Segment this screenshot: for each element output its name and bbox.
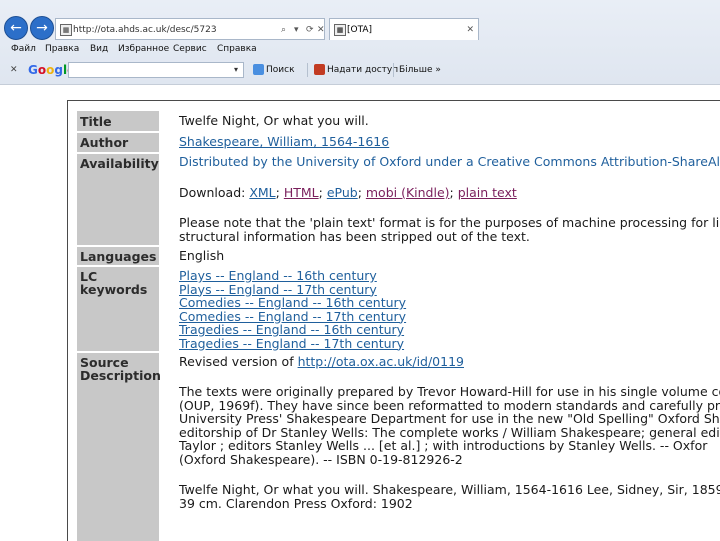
label-author: Author	[77, 133, 159, 152]
menu-tools[interactable]: Сервис	[173, 40, 207, 58]
browser-chrome: ← → ▦ http://ota.ahds.ac.uk/desc/5723 ⌕ …	[0, 0, 720, 84]
toolbar-divider	[307, 63, 308, 77]
stop-icon[interactable]: ✕	[317, 19, 324, 39]
address-url: http://ota.ahds.ac.uk/desc/5723	[73, 25, 217, 35]
description-line: University Press' Shakespeare Department…	[179, 411, 720, 426]
refresh-icon[interactable]: ⟳	[306, 19, 314, 39]
tab-close-icon[interactable]: ✕	[466, 19, 474, 41]
download-epub-link[interactable]: ePub	[327, 185, 358, 200]
language-value: English	[179, 248, 225, 263]
citation-line: 39 cm. Clarendon Press Oxford: 1902	[179, 495, 413, 511]
forward-button[interactable]: →	[30, 16, 54, 40]
availability-link[interactable]: Distributed by the University of Oxford …	[179, 155, 720, 169]
download-mobi-link[interactable]: mobi (Kindle)	[366, 185, 450, 200]
source-label: Revised version of	[179, 354, 298, 369]
record-frame: Title Author Availability Languages LC k…	[67, 100, 720, 541]
description-line: The texts were originally prepared by Tr…	[179, 384, 720, 399]
menu-bar: Файл Правка Вид Избранное Сервис Справка	[0, 40, 720, 58]
google-search-button[interactable]: Поиск	[266, 58, 295, 82]
keyword-link[interactable]: Tragedies -- England -- 16th century	[179, 323, 404, 337]
menu-favorites[interactable]: Избранное	[118, 40, 169, 58]
source-row: Revised version of http://ota.ox.ac.uk/i…	[179, 355, 464, 369]
download-xml-link[interactable]: XML	[249, 185, 275, 200]
more-button[interactable]: Більше »	[399, 58, 441, 82]
back-button[interactable]: ←	[4, 16, 28, 40]
search-icon[interactable]: ⌕	[281, 19, 286, 39]
download-label: Download:	[179, 185, 250, 200]
description-line: (Oxford Shakespeare). -- ISBN 0-19-81292…	[179, 451, 463, 467]
citation-line: Twelfe Night, Or what you will. Shakespe…	[179, 482, 720, 497]
page-divider	[0, 84, 720, 85]
note-line: Please note that the 'plain text' format…	[179, 215, 720, 230]
keyword-link[interactable]: Comedies -- England -- 17th century	[179, 309, 406, 324]
note-line: structural information has been stripped…	[179, 229, 530, 244]
description-line: (OUP, 1969f). They have since been refor…	[179, 397, 720, 413]
tab-ota[interactable]: ▦ [OTA] ✕	[329, 18, 479, 40]
label-lc-keywords: LC keywords	[77, 267, 159, 351]
source-link[interactable]: http://ota.ox.ac.uk/id/0119	[298, 354, 464, 369]
address-bar[interactable]: ▦ http://ota.ahds.ac.uk/desc/5723 ⌕ ▾ ⟳ …	[55, 18, 325, 40]
description-line: editorship of Dr Stanley Wells: The comp…	[179, 424, 720, 440]
keyword-link[interactable]: Plays -- England -- 17th century	[179, 282, 377, 297]
label-source-description: Source Description	[77, 353, 161, 541]
google-search-input[interactable]	[68, 62, 244, 78]
label-languages: Languages	[77, 247, 159, 265]
download-plaintext-link[interactable]: plain text	[458, 185, 517, 200]
keyword-link[interactable]: Comedies -- England -- 16th century	[179, 296, 406, 310]
title-value: Twelfe Night, Or what you will.	[179, 113, 369, 128]
download-row: Download: XML; HTML; ePub; mobi (Kindle)…	[179, 185, 517, 200]
keyword-link[interactable]: Tragedies -- England -- 17th century	[179, 336, 404, 351]
close-toolbar-icon[interactable]: ✕	[10, 58, 18, 82]
dropdown-icon[interactable]: ▾	[294, 19, 299, 39]
chevron-down-icon[interactable]: ▾	[234, 58, 238, 82]
label-availability: Availability	[77, 154, 159, 245]
google-toolbar: ✕ Google ▾ Поиск Надати доступ Більше »	[0, 58, 720, 82]
label-title: Title	[77, 112, 159, 131]
keyword-link[interactable]: Plays -- England -- 16th century	[179, 269, 377, 283]
tab-favicon-icon: ▦	[334, 24, 346, 36]
share-button[interactable]: Надати доступ	[327, 58, 398, 82]
toolbar-divider	[393, 63, 394, 77]
download-html-link[interactable]: HTML	[284, 185, 319, 200]
tab-title: [OTA]	[347, 25, 373, 35]
menu-help[interactable]: Справка	[217, 40, 257, 58]
description-line: Taylor ; editors Stanley Wells ... [et a…	[179, 438, 708, 453]
search-icon	[253, 64, 264, 75]
author-link[interactable]: Shakespeare, William, 1564-1616	[179, 135, 389, 149]
share-icon	[314, 64, 325, 75]
menu-view[interactable]: Вид	[90, 40, 108, 58]
page-favicon-icon: ▦	[60, 24, 72, 36]
menu-file[interactable]: Файл	[11, 40, 36, 58]
menu-edit[interactable]: Правка	[45, 40, 79, 58]
